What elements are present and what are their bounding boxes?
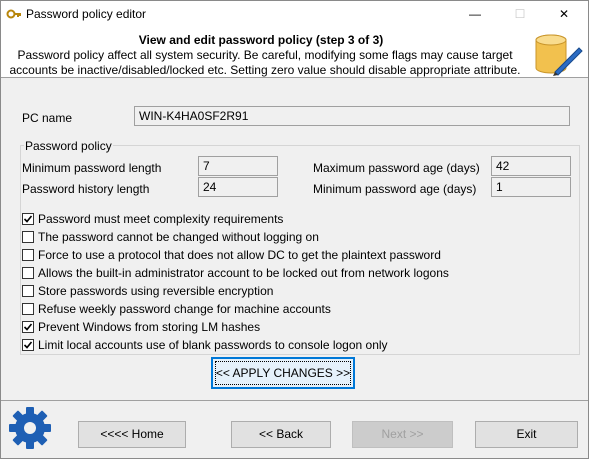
password-policy-window: Password policy editor — ☐ ✕ View and ed… <box>0 0 589 459</box>
title-bar[interactable]: Password policy editor — ☐ ✕ <box>1 1 588 28</box>
checkbox-box[interactable] <box>22 231 34 243</box>
max-age-field[interactable]: 42 <box>491 156 571 176</box>
checkmark-icon <box>23 341 33 349</box>
checkbox-label: Limit local accounts use of blank passwo… <box>38 338 388 352</box>
checkbox-label: Password must meet complexity requiremen… <box>38 212 284 226</box>
checkbox-label: The password cannot be changed without l… <box>38 230 319 244</box>
wizard-header: View and edit password policy (step 3 of… <box>1 28 588 78</box>
home-button[interactable]: <<<< Home <box>78 421 186 448</box>
min-length-field[interactable]: 7 <box>198 156 278 176</box>
checkbox-box[interactable] <box>22 339 34 351</box>
checkbox-box[interactable] <box>22 249 34 261</box>
password-policy-group-title: Password policy <box>24 139 113 153</box>
window-title: Password policy editor <box>26 7 147 21</box>
min-age-field[interactable]: 1 <box>491 177 571 197</box>
maximize-button: ☐ <box>514 7 526 21</box>
min-length-label: Minimum password length <box>22 161 162 175</box>
checkbox-label: Allows the built-in administrator accoun… <box>38 266 449 280</box>
next-button: Next >> <box>352 421 453 448</box>
pc-name-field[interactable]: WIN-K4HA0SF2R91 <box>134 106 570 126</box>
back-button[interactable]: << Back <box>231 421 331 448</box>
history-length-label: Password history length <box>22 182 150 196</box>
checkmark-icon <box>23 323 33 331</box>
database-edit-icon <box>535 34 583 76</box>
close-button[interactable]: ✕ <box>542 1 586 28</box>
checkbox-label: Force to use a protocol that does not al… <box>38 248 441 262</box>
min-age-label: Minimum password age (days) <box>313 182 477 196</box>
checkbox-box[interactable] <box>22 267 34 279</box>
checkbox-box[interactable] <box>22 303 34 315</box>
gear-icon <box>9 407 51 449</box>
checkbox-label: Store passwords using reversible encrypt… <box>38 284 274 298</box>
max-age-label: Maximum password age (days) <box>313 161 480 175</box>
header-description: Password policy affect all system securi… <box>9 48 521 77</box>
history-length-field[interactable]: 24 <box>198 177 278 197</box>
apply-changes-button[interactable]: << APPLY CHANGES >> <box>211 357 355 389</box>
footer-divider <box>1 400 588 401</box>
key-icon <box>6 9 21 19</box>
checkbox-label: Prevent Windows from storing LM hashes <box>38 320 261 334</box>
checkbox-box[interactable] <box>22 285 34 297</box>
checkmark-icon <box>23 215 33 223</box>
minimize-button[interactable]: — <box>453 1 497 28</box>
header-title: View and edit password policy (step 3 of… <box>138 33 384 47</box>
checkbox-label: Refuse weekly password change for machin… <box>38 302 331 316</box>
checkbox-box[interactable] <box>22 321 34 333</box>
pc-name-label: PC name <box>22 111 73 125</box>
checkbox-box[interactable] <box>22 213 34 225</box>
exit-button[interactable]: Exit <box>475 421 578 448</box>
